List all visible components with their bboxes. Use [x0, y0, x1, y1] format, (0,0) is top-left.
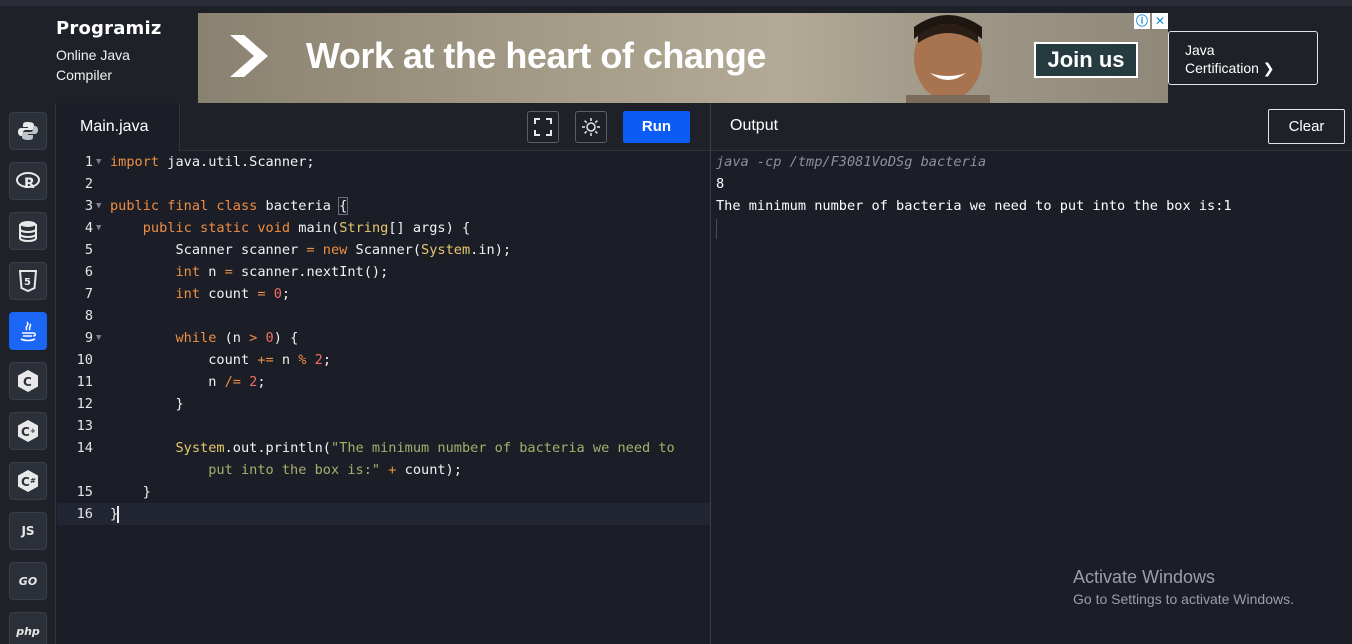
line-number: 8	[84, 308, 93, 324]
page-title: Online Java Compiler	[56, 45, 162, 85]
fold-arrow-icon[interactable]: ▼	[96, 195, 101, 217]
database-icon[interactable]	[9, 212, 47, 250]
code-line[interactable]: 13	[57, 415, 710, 437]
code-line[interactable]: put into the box is:" + count);	[57, 459, 710, 481]
line-number: 16	[76, 506, 93, 522]
chevron-logo-icon	[230, 35, 268, 77]
javascript-icon[interactable]: JS	[9, 512, 47, 550]
sun-icon	[582, 118, 600, 136]
output-command: java -cp /tmp/F3081VoDSg bacteria	[716, 154, 987, 170]
svg-text:C: C	[21, 425, 30, 439]
output-line: The minimum number of bacteria we need t…	[716, 198, 1232, 214]
output-header: Output Clear	[711, 103, 1352, 151]
windows-activation-watermark: Activate Windows Go to Settings to activ…	[1073, 567, 1294, 607]
line-number: 15	[76, 484, 93, 500]
r-language-icon[interactable]: R	[9, 162, 47, 200]
fold-arrow-icon[interactable]: ▼	[96, 151, 101, 173]
language-sidebar: R 5 C C + C # JS GO php	[0, 103, 56, 644]
python-icon[interactable]	[9, 112, 47, 150]
code-line[interactable]: 12 }	[57, 393, 710, 415]
java-certification-button[interactable]: Java Certification ❯	[1168, 31, 1318, 85]
code-line[interactable]: 3 ▼ public final class bacteria {	[57, 195, 710, 217]
line-number: 5	[84, 242, 93, 258]
code-line[interactable]: 7 int count = 0;	[57, 283, 710, 305]
output-console[interactable]: java -cp /tmp/F3081VoDSg bacteria 8 The …	[716, 151, 1232, 239]
watermark-subtitle: Go to Settings to activate Windows.	[1073, 591, 1294, 607]
line-number: 2	[84, 176, 93, 192]
top-header: Programiz Online Java Compiler Work at t…	[0, 0, 1352, 103]
page-title-line2: Compiler	[56, 67, 113, 83]
c-language-icon[interactable]: C	[9, 362, 47, 400]
clear-button[interactable]: Clear	[1268, 109, 1345, 144]
line-number: 9	[84, 330, 93, 346]
ad-info-icon[interactable]: ⓘ	[1134, 13, 1150, 29]
fold-arrow-icon[interactable]: ▼	[96, 217, 101, 239]
output-panel: Output Clear java -cp /tmp/F3081VoDSg ba…	[710, 103, 1352, 644]
code-line[interactable]: 16}	[57, 503, 710, 525]
fullscreen-button[interactable]	[527, 111, 559, 143]
join-us-button[interactable]: Join us	[1034, 42, 1138, 78]
line-number: 1	[84, 154, 93, 170]
code-line[interactable]: 11 n /= 2;	[57, 371, 710, 393]
code-line[interactable]: 10 count += n % 2;	[57, 349, 710, 371]
java-icon[interactable]	[9, 312, 47, 350]
svg-text:#: #	[30, 477, 36, 485]
code-line[interactable]: 5 Scanner scanner = new Scanner(System.i…	[57, 239, 710, 261]
person-photo-icon	[906, 15, 990, 103]
code-line[interactable]: 14 System.out.println("The minimum numbe…	[57, 437, 710, 459]
output-title: Output	[730, 117, 779, 134]
svg-text:+: +	[30, 427, 36, 435]
cpp-language-icon[interactable]: C +	[9, 412, 47, 450]
programiz-logo: Programiz	[56, 18, 162, 39]
code-line[interactable]: 15 }	[57, 481, 710, 503]
line-number: 4	[84, 220, 93, 236]
code-area[interactable]: 1 ▼ import java.util.Scanner; 2 3 ▼ public f…	[57, 151, 710, 525]
certification-line1: Java	[1185, 42, 1215, 58]
ad-close-icon[interactable]: ✕	[1152, 13, 1168, 29]
ad-headline: Work at the heart of change	[306, 35, 766, 76]
line-number: 13	[76, 418, 93, 434]
line-number: 3	[84, 198, 93, 214]
watermark-title: Activate Windows	[1073, 567, 1216, 587]
line-number: 7	[84, 286, 93, 302]
editor-toolbar: Main.java Run	[57, 103, 710, 151]
tab-main-java[interactable]: Main.java	[57, 103, 180, 151]
line-number: 12	[76, 396, 93, 412]
run-button[interactable]: Run	[623, 111, 690, 143]
theme-toggle-button[interactable]	[575, 111, 607, 143]
code-line[interactable]: 4 ▼ public static void main(String[] args…	[57, 217, 710, 239]
certification-line2: Certification ❯	[1185, 60, 1275, 76]
line-number: 11	[76, 374, 93, 390]
page-title-line1: Online Java	[56, 47, 130, 63]
svg-text:5: 5	[24, 277, 31, 288]
code-editor-panel: Main.java Run 1 ▼ import java.util.Scanner…	[57, 103, 710, 644]
brand[interactable]: Programiz Online Java Compiler	[56, 18, 162, 85]
svg-text:R: R	[24, 176, 35, 191]
fullscreen-icon	[534, 118, 552, 136]
html5-icon[interactable]: 5	[9, 262, 47, 300]
code-line[interactable]: 1 ▼ import java.util.Scanner;	[57, 151, 710, 173]
svg-text:C: C	[21, 475, 30, 489]
svg-text:C: C	[23, 375, 32, 389]
text-cursor	[117, 505, 120, 523]
output-input-caret	[716, 219, 717, 239]
line-number: 14	[76, 440, 93, 456]
code-line[interactable]: 8	[57, 305, 710, 327]
output-line: 8	[716, 176, 725, 192]
ad-badges: ⓘ ✕	[1134, 13, 1168, 29]
go-language-icon[interactable]: GO	[9, 562, 47, 600]
php-language-icon[interactable]: php	[9, 612, 47, 644]
line-number: 10	[76, 352, 93, 368]
code-line[interactable]: 2	[57, 173, 710, 195]
code-line[interactable]: 9 ▼ while (n > 0) {	[57, 327, 710, 349]
csharp-language-icon[interactable]: C #	[9, 462, 47, 500]
code-line[interactable]: 6 int n = scanner.nextInt();	[57, 261, 710, 283]
advertisement-banner[interactable]: Work at the heart of change Join us ⓘ ✕	[198, 13, 1168, 103]
fold-arrow-icon[interactable]: ▼	[96, 327, 101, 349]
line-number: 6	[84, 264, 93, 280]
